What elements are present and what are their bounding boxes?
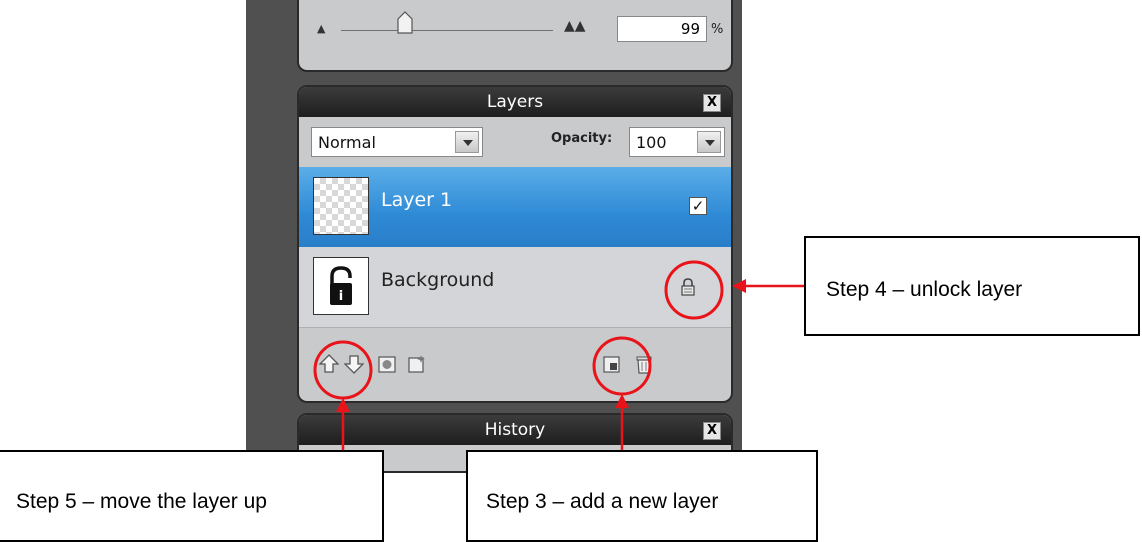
opacity-select[interactable]: 100 <box>629 127 725 157</box>
transparency-checker <box>314 178 368 234</box>
move-layer-up-icon[interactable] <box>319 353 339 375</box>
opacity-label: Opacity: <box>551 131 613 146</box>
zoom-input[interactable]: 99 <box>617 16 707 42</box>
blend-mode-value: Normal <box>318 133 376 152</box>
navigator-panel: ▲ ▲▲ 99 % <box>297 0 733 72</box>
close-icon[interactable]: X <box>703 94 721 112</box>
layers-panel: Layers X Normal Opacity: 100 Layer 1 ✓ i… <box>297 85 733 403</box>
callout-step-3: Step 3 – add a new layer <box>466 450 818 542</box>
zoom-slider-thumb[interactable] <box>396 10 414 34</box>
close-icon[interactable]: X <box>703 422 721 440</box>
zoom-out-icon[interactable]: ▲ <box>317 22 325 35</box>
layer-mask-icon[interactable] <box>377 353 397 375</box>
visibility-checkbox[interactable]: ✓ <box>689 197 707 215</box>
zoom-value: 99 <box>680 20 700 38</box>
layer-name: Background <box>381 269 495 291</box>
layers-toolbar <box>299 345 731 385</box>
layers-panel-header: Layers X <box>299 87 731 117</box>
callout-text: Step 4 – unlock layer <box>826 278 1023 301</box>
callout-step-5: Step 5 – move the layer up <box>0 450 384 542</box>
zoom-in-icon[interactable]: ▲▲ <box>564 18 586 34</box>
callout-text: Step 3 – add a new layer <box>486 490 719 513</box>
callout-step-4: Step 4 – unlock layer <box>804 236 1140 336</box>
layers-panel-title: Layers <box>486 92 544 112</box>
layer-style-icon[interactable] <box>407 353 427 375</box>
callout-text: Step 5 – move the layer up <box>16 490 267 513</box>
layer-row-background[interactable]: i Background <box>299 247 731 328</box>
move-layer-down-icon[interactable] <box>344 353 364 375</box>
zoom-slider-track[interactable] <box>341 30 553 31</box>
layer-name: Layer 1 <box>381 189 453 211</box>
layer-thumbnail: i <box>313 257 369 315</box>
layer-row-layer-1[interactable]: Layer 1 ✓ <box>299 167 731 247</box>
lock-icon[interactable] <box>679 277 697 297</box>
svg-text:i: i <box>339 289 343 304</box>
opacity-value: 100 <box>636 133 667 152</box>
layer-thumbnail <box>313 177 369 235</box>
blend-mode-select[interactable]: Normal <box>311 127 483 157</box>
history-panel-header: History X <box>299 415 731 445</box>
chevron-down-icon[interactable] <box>697 131 721 153</box>
chevron-down-icon[interactable] <box>455 131 479 153</box>
delete-layer-icon[interactable] <box>634 353 654 375</box>
locked-padlock-icon: i <box>330 266 352 305</box>
new-layer-icon[interactable] <box>601 353 621 375</box>
zoom-unit: % <box>711 22 724 37</box>
history-panel-title: History <box>484 420 546 440</box>
